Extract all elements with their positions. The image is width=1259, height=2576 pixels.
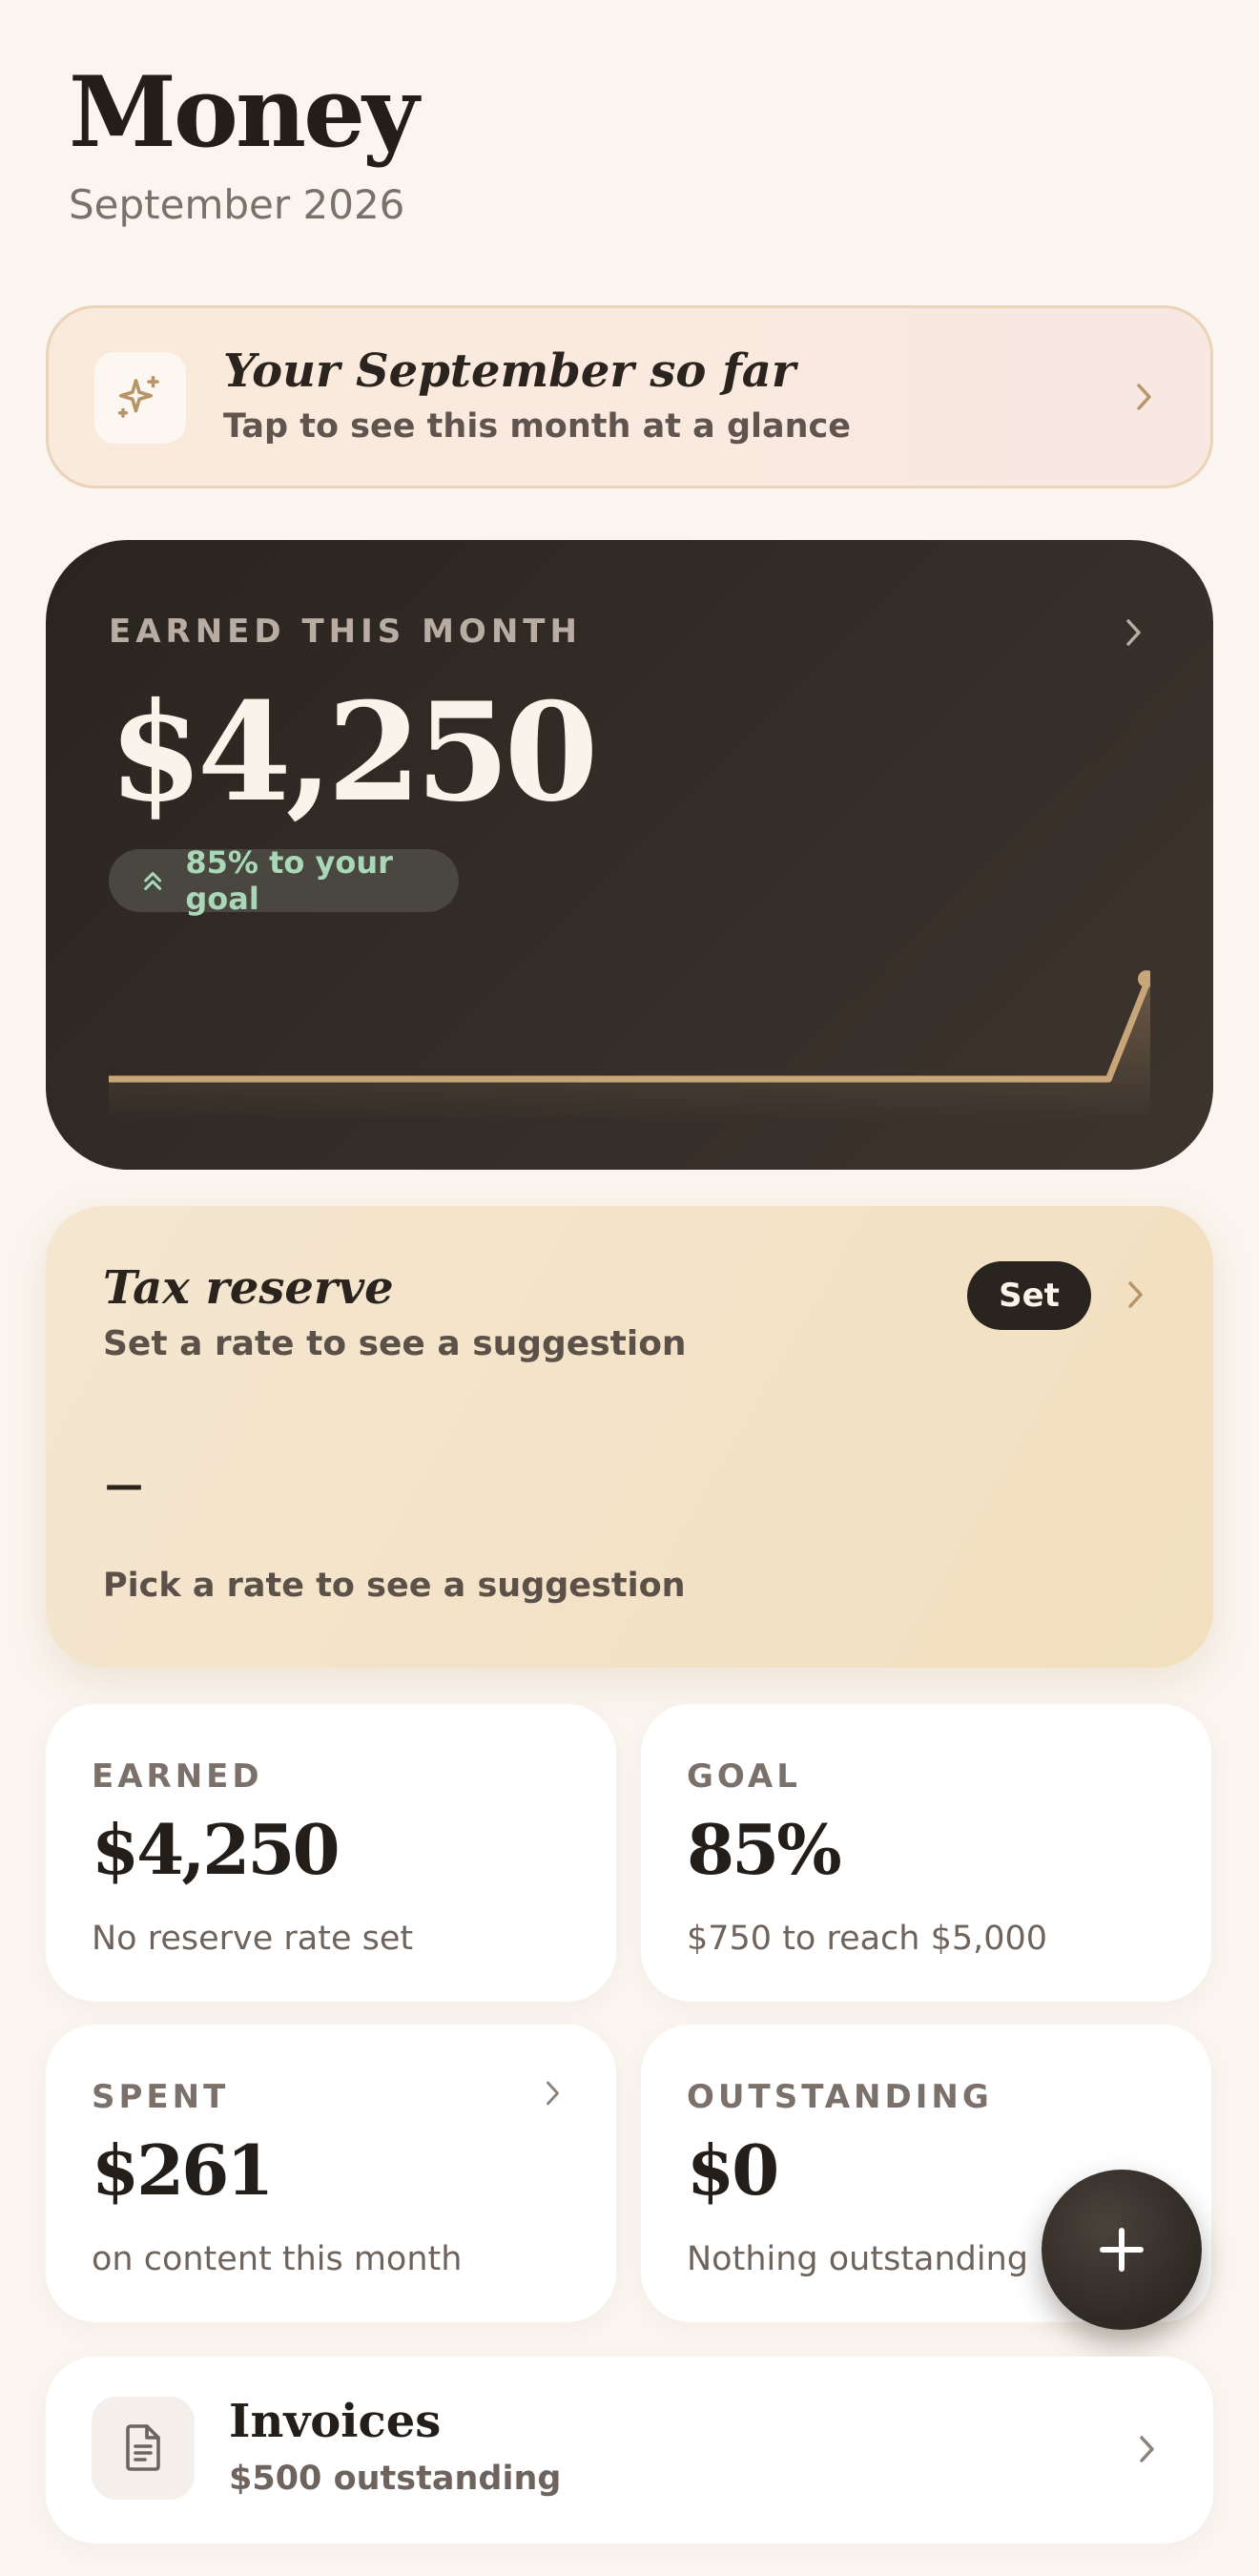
tax-reserve-title: Tax reserve xyxy=(103,1261,394,1315)
chevron-right-icon xyxy=(1137,2433,1158,2469)
stat-value: $4,250 xyxy=(92,1809,341,1890)
summary-title: Your September so far xyxy=(223,344,796,398)
tax-reserve-footnote: Pick a rate to see a suggestion xyxy=(103,1567,686,1605)
stat-label: EARNED xyxy=(92,1757,263,1796)
stat-label: GOAL xyxy=(687,1757,801,1796)
earned-amount: $4,250 xyxy=(109,674,598,832)
stat-label: OUTSTANDING xyxy=(687,2078,993,2116)
stat-card-earned: EARNED $4,250 No reserve rate set xyxy=(46,1704,616,2002)
double-chevron-up-icon xyxy=(144,872,162,890)
plus-icon xyxy=(1100,2228,1144,2272)
stat-card-spent[interactable]: SPENT $261 on content this month xyxy=(46,2025,616,2322)
set-tax-rate-button[interactable]: Set xyxy=(967,1261,1091,1330)
stat-subtext: No reserve rate set xyxy=(92,1920,414,1958)
tax-reserve-card[interactable]: Tax reserve Set a rate to see a suggesti… xyxy=(46,1206,1213,1668)
earnings-trend-area xyxy=(109,975,1150,1122)
earned-this-month-card[interactable]: EARNED THIS MONTH $4,250 85% to your goa… xyxy=(46,540,1213,1170)
invoices-row[interactable]: Invoices $500 outstanding xyxy=(46,2357,1213,2544)
summary-subtitle: Tap to see this month at a glance xyxy=(223,407,852,446)
earned-label: EARNED THIS MONTH xyxy=(109,613,582,651)
stat-value: $261 xyxy=(92,2129,274,2211)
goal-progress-text: 85% to your goal xyxy=(185,844,393,917)
chevron-right-icon xyxy=(1134,381,1155,417)
tax-reserve-value: — xyxy=(105,1464,143,1507)
chevron-right-icon xyxy=(544,2078,563,2112)
month-summary-card[interactable]: Your September so far Tap to see this mo… xyxy=(46,305,1213,488)
stat-value: 85% xyxy=(687,1809,842,1890)
chevron-right-icon xyxy=(1125,1278,1146,1315)
stat-label: SPENT xyxy=(92,2078,230,2116)
goal-progress-badge: 85% to your goal xyxy=(109,844,459,917)
stat-subtext: Nothing outstanding xyxy=(687,2240,1028,2278)
document-icon xyxy=(92,2397,195,2500)
page-subtitle: September 2026 xyxy=(69,181,405,228)
invoices-title: Invoices xyxy=(229,2395,442,2448)
sparkles-icon xyxy=(94,352,186,444)
tax-reserve-subtitle: Set a rate to see a suggestion xyxy=(103,1324,687,1363)
invoices-subtitle: $500 outstanding xyxy=(229,2460,562,2498)
add-button[interactable] xyxy=(1042,2170,1202,2330)
stat-subtext: on content this month xyxy=(92,2240,463,2278)
earnings-trend-chart xyxy=(109,970,1150,1122)
stat-subtext: $750 to reach $5,000 xyxy=(687,1920,1048,1958)
earnings-trend-line xyxy=(109,971,1150,1083)
page-title: Money xyxy=(69,55,419,170)
chevron-right-icon xyxy=(1124,616,1145,653)
stat-value: $0 xyxy=(687,2129,779,2211)
earnings-trend-endpoint xyxy=(1138,970,1150,987)
stat-card-goal: GOAL 85% $750 to reach $5,000 xyxy=(641,1704,1211,2002)
